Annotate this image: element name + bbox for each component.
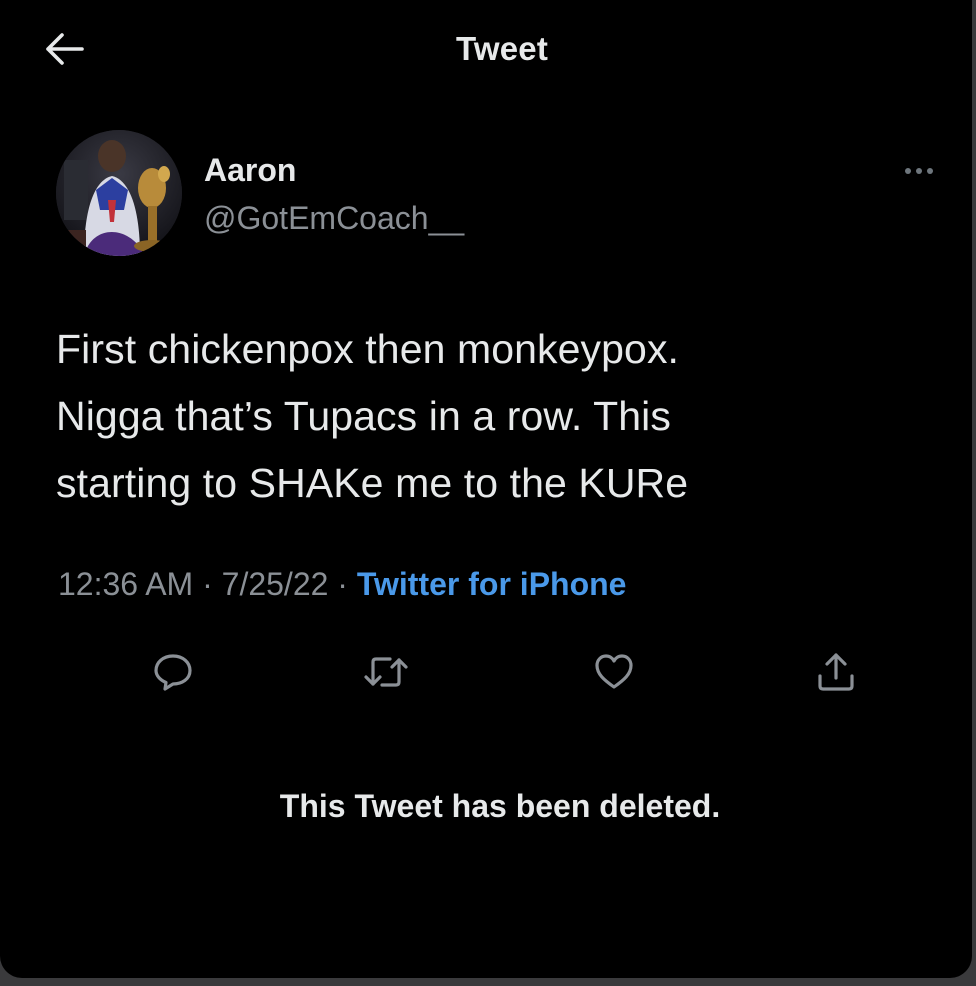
reply-button[interactable] bbox=[145, 646, 201, 702]
tweet-metadata: 12:36 AM · 7/25/22 · Twitter for iPhone bbox=[58, 566, 626, 603]
more-horizontal-icon bbox=[905, 168, 911, 174]
top-bar: Tweet bbox=[0, 0, 972, 105]
author-handle[interactable]: @GotEmCoach__ bbox=[204, 200, 464, 237]
deleted-tweet-notice: This Tweet has been deleted. bbox=[279, 788, 721, 824]
tweet-actions-bar bbox=[0, 646, 972, 706]
tweet-author: Aaron @GotEmCoach__ bbox=[56, 126, 936, 262]
tweet-text: First chickenpox then monkeypox. Nigga t… bbox=[56, 326, 689, 506]
share-icon bbox=[814, 650, 858, 699]
tweet-screen: Tweet Aaron @GotEmCoach__ First chickenp… bbox=[0, 0, 972, 978]
avatar[interactable] bbox=[56, 130, 182, 256]
meta-separator: · bbox=[193, 566, 222, 602]
more-options-button[interactable] bbox=[894, 156, 944, 186]
reply-icon bbox=[151, 650, 195, 699]
author-display-name[interactable]: Aaron bbox=[204, 152, 296, 189]
retweet-button[interactable] bbox=[358, 646, 414, 702]
tweet-source-link[interactable]: Twitter for iPhone bbox=[357, 566, 627, 602]
tweet-date: 7/25/22 bbox=[221, 566, 329, 602]
page-title: Tweet bbox=[455, 30, 549, 67]
share-button[interactable] bbox=[808, 646, 864, 702]
tweet-time: 12:36 AM bbox=[58, 566, 194, 602]
retweet-icon bbox=[363, 650, 409, 699]
like-button[interactable] bbox=[586, 646, 642, 702]
meta-separator: · bbox=[328, 566, 357, 602]
like-icon bbox=[592, 650, 636, 699]
